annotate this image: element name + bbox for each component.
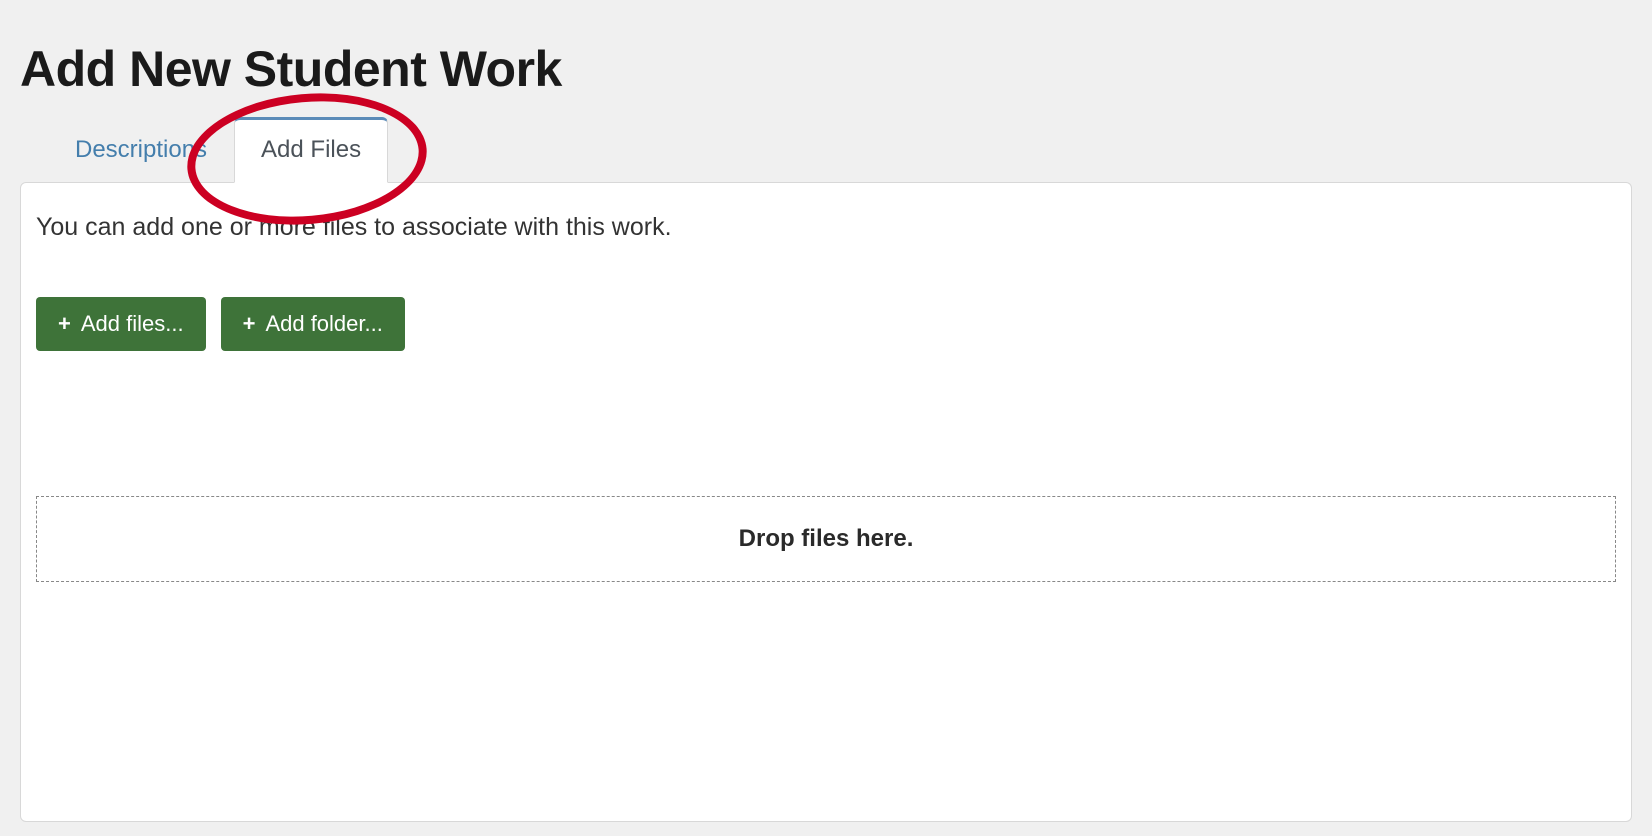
add-folder-label: Add folder... <box>265 311 382 337</box>
page-title: Add New Student Work <box>20 40 1632 98</box>
add-files-button[interactable]: + Add files... <box>36 297 206 351</box>
tab-descriptions[interactable]: Descriptions <box>48 117 234 183</box>
file-dropzone[interactable]: Drop files here. <box>36 496 1616 582</box>
tab-add-files[interactable]: Add Files <box>234 117 388 183</box>
add-folder-button[interactable]: + Add folder... <box>221 297 405 351</box>
tabs: Descriptions Add Files <box>48 116 1632 182</box>
plus-icon: + <box>58 313 71 335</box>
button-row: + Add files... + Add folder... <box>36 297 1616 351</box>
intro-text: You can add one or more files to associa… <box>36 213 1616 242</box>
plus-icon: + <box>243 313 256 335</box>
add-files-label: Add files... <box>81 311 184 337</box>
add-files-panel: You can add one or more files to associa… <box>20 182 1632 822</box>
